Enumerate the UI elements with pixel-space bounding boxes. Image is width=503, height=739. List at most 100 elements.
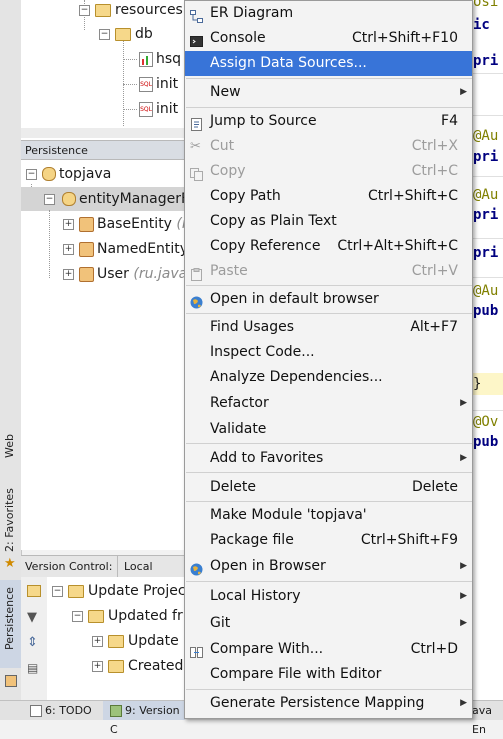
menu-item-shortcut: Ctrl+Shift+C bbox=[368, 188, 458, 204]
expand-icon[interactable]: + bbox=[92, 661, 103, 672]
menu-item-er-diagram[interactable]: ER Diagram bbox=[185, 1, 472, 26]
tree-item-file[interactable]: SQL init bbox=[139, 97, 178, 121]
menu-item-label: Open in Browser bbox=[210, 558, 326, 574]
sql-file-icon: SQL bbox=[139, 76, 153, 92]
menu-item-shortcut: Ctrl+Shift+F10 bbox=[351, 30, 458, 46]
favorites-tool-tab[interactable]: 2: Favorites bbox=[3, 488, 16, 552]
menu-item-compare-file-with-editor[interactable]: Compare File with Editor bbox=[185, 662, 472, 687]
context-menu: ER Diagram Console Ctrl+Shift+F10 Assign… bbox=[184, 0, 473, 719]
menu-item-analyze-dependencies[interactable]: Analyze Dependencies... bbox=[185, 365, 472, 390]
group-icon[interactable]: ▤ bbox=[27, 661, 38, 675]
menu-item-jump-to-source[interactable]: Jump to Source F4 bbox=[185, 109, 472, 134]
menu-item-refactor[interactable]: Refactor ▶ bbox=[185, 391, 472, 416]
vc-item[interactable]: + Update bbox=[92, 629, 179, 653]
tree-item-label: db bbox=[135, 26, 153, 42]
menu-item-compare-with[interactable]: Compare With... Ctrl+D bbox=[185, 637, 472, 662]
collapse-icon[interactable]: − bbox=[26, 169, 37, 180]
web-tool-tab[interactable]: Web bbox=[3, 434, 16, 458]
code-line: pri bbox=[473, 53, 499, 69]
tree-item-resources[interactable]: − resources bbox=[79, 0, 183, 22]
code-line: ic bbox=[473, 17, 490, 33]
menu-item-cut[interactable]: ✂ Cut Ctrl+X bbox=[185, 134, 472, 159]
tree-item-persistence-unit[interactable]: − entityManagerF bbox=[21, 187, 189, 211]
menu-item-label: Copy bbox=[210, 163, 246, 179]
update-project-icon[interactable] bbox=[27, 585, 41, 597]
menu-item-add-to-favorites[interactable]: Add to Favorites ▶ bbox=[185, 446, 472, 471]
menu-item-validate[interactable]: Validate bbox=[185, 417, 472, 442]
project-tree-panel: − resources − db hsq SQL init SQL init bbox=[21, 0, 185, 140]
expand-icon[interactable]: + bbox=[63, 269, 74, 280]
todo-tool-button[interactable]: 6: TODO bbox=[30, 701, 92, 720]
entity-icon bbox=[79, 241, 94, 257]
er-diagram-icon bbox=[190, 7, 203, 23]
menu-item-label: Cut bbox=[210, 138, 235, 154]
menu-item-copy-reference[interactable]: Copy Reference Ctrl+Alt+Shift+C bbox=[185, 234, 472, 259]
menu-item-delete[interactable]: Delete Delete bbox=[185, 475, 472, 500]
expand-icon[interactable]: + bbox=[63, 244, 74, 255]
version-control-tool-button[interactable]: 9: Version C bbox=[103, 701, 185, 736]
collapse-icon[interactable]: − bbox=[72, 611, 83, 622]
tree-item-entity[interactable]: + BaseEntity (r bbox=[63, 212, 188, 236]
entity-package: (ru.java bbox=[133, 266, 188, 282]
menu-item-find-usages[interactable]: Find Usages Alt+F7 bbox=[185, 315, 472, 340]
code-line: @Au bbox=[473, 128, 499, 144]
collapse-icon[interactable]: − bbox=[52, 586, 63, 597]
vc-item[interactable]: − Updated fr bbox=[72, 604, 183, 628]
menu-item-label: Copy as Plain Text bbox=[210, 213, 337, 229]
tree-item-file[interactable]: hsq bbox=[139, 47, 181, 71]
menu-item-console[interactable]: Console Ctrl+Shift+F10 bbox=[185, 26, 472, 51]
code-line: pub bbox=[473, 434, 499, 450]
menu-item-package-file[interactable]: Package file Ctrl+Shift+F9 bbox=[185, 528, 472, 553]
menu-item-label: Refactor bbox=[210, 395, 269, 411]
menu-item-copy-path[interactable]: Copy Path Ctrl+Shift+C bbox=[185, 184, 472, 209]
expand-icon[interactable]: + bbox=[63, 219, 74, 230]
menu-item-shortcut: Ctrl+C bbox=[411, 163, 458, 179]
menu-item-make-module[interactable]: Make Module 'topjava' bbox=[185, 503, 472, 528]
persistence-panel-header: Persistence bbox=[21, 140, 185, 160]
menu-item-shortcut: F4 bbox=[441, 113, 458, 129]
menu-item-label: Jump to Source bbox=[210, 113, 317, 129]
menu-item-generate-persistence-mapping[interactable]: Generate Persistence Mapping ▶ bbox=[185, 691, 472, 716]
tree-item-label: hsq bbox=[156, 51, 182, 67]
persistence-tool-tab[interactable]: Persistence bbox=[0, 580, 21, 668]
expand-all-icon[interactable]: ⇕ bbox=[27, 635, 38, 650]
menu-item-git[interactable]: Git ▶ bbox=[185, 611, 472, 636]
favorites-tool-label: 2: Favorites bbox=[3, 488, 16, 552]
menu-item-label: Validate bbox=[210, 421, 267, 437]
menu-item-local-history[interactable]: Local History ▶ bbox=[185, 584, 472, 609]
menu-item-open-in-browser[interactable]: Open in Browser ▶ bbox=[185, 554, 472, 579]
event-log-label: ava En bbox=[472, 704, 492, 736]
tree-item-entity[interactable]: + NamedEntity bbox=[63, 237, 188, 261]
menu-item-inspect-code[interactable]: Inspect Code... bbox=[185, 340, 472, 365]
tree-item-db[interactable]: − db bbox=[99, 22, 153, 46]
vc-item[interactable]: + Created bbox=[92, 654, 183, 678]
menu-item-copy-as-plain-text[interactable]: Copy as Plain Text bbox=[185, 209, 472, 234]
expand-icon[interactable]: + bbox=[92, 636, 103, 647]
vc-side-toolbar: ▼ ⇕ ▤ bbox=[21, 577, 48, 700]
entity-name: BaseEntity bbox=[97, 216, 172, 232]
globe-icon bbox=[190, 560, 203, 576]
collapse-icon[interactable]: − bbox=[79, 5, 90, 16]
menu-item-copy[interactable]: Copy Ctrl+C bbox=[185, 159, 472, 184]
tab-version-control[interactable]: Version Control: bbox=[25, 556, 112, 578]
event-log-button[interactable]: ava En bbox=[472, 701, 503, 739]
menu-item-label: Copy Reference bbox=[210, 238, 321, 254]
collapse-icon[interactable]: − bbox=[99, 29, 110, 40]
tree-item-project[interactable]: − topjava bbox=[26, 162, 111, 186]
menu-item-label: Inspect Code... bbox=[210, 344, 315, 360]
menu-item-new[interactable]: New ▶ bbox=[185, 80, 472, 105]
menu-item-shortcut: Delete bbox=[412, 479, 458, 495]
collapse-icon[interactable]: − bbox=[44, 194, 55, 205]
menu-item-open-in-default-browser[interactable]: Open in default browser bbox=[185, 287, 472, 312]
menu-item-assign-data-sources[interactable]: Assign Data Sources... bbox=[185, 51, 472, 76]
tree-item-entity[interactable]: + User (ru.java bbox=[63, 262, 187, 286]
menu-item-paste[interactable]: Paste Ctrl+V bbox=[185, 259, 472, 284]
vc-item-label: Created bbox=[128, 658, 184, 674]
version-control-header: Version Control: Local Chang bbox=[21, 555, 185, 600]
filter-icon[interactable]: ▼ bbox=[27, 610, 37, 625]
tree-item-file[interactable]: SQL init bbox=[139, 72, 178, 96]
menu-item-label: Package file bbox=[210, 532, 294, 548]
web-tool-label: Web bbox=[3, 434, 16, 458]
vc-item[interactable]: − Update Projec bbox=[52, 579, 186, 603]
horizontal-scrollbar[interactable] bbox=[21, 128, 185, 138]
